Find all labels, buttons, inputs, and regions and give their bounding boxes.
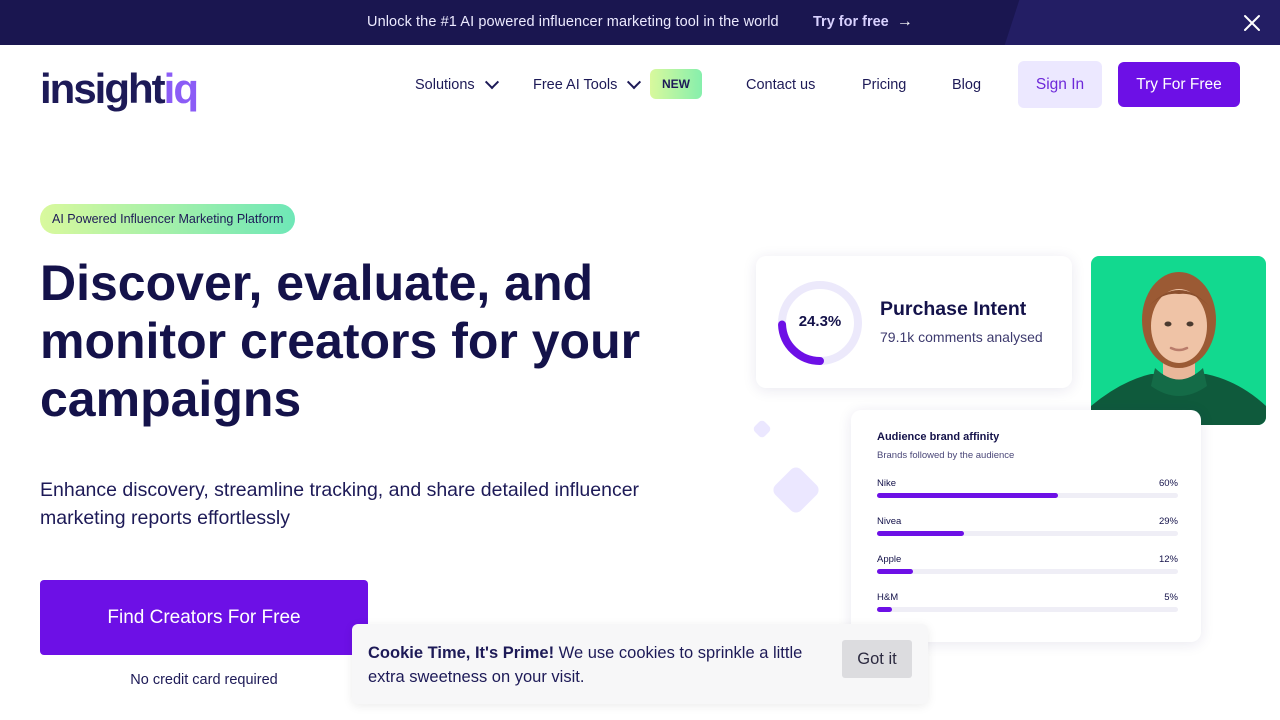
logo[interactable]: insightiq (40, 58, 199, 112)
logo-accent: iq (163, 65, 199, 112)
try-for-free-button[interactable]: Try For Free (1118, 62, 1240, 107)
nav-blog[interactable]: Blog (952, 77, 981, 93)
cookie-banner: Cookie Time, It's Prime! We use cookies … (352, 624, 928, 704)
sign-in-button[interactable]: Sign In (1018, 61, 1102, 108)
new-badge: NEW (650, 69, 702, 99)
nav-solutions[interactable]: Solutions (415, 75, 499, 93)
nav-free-ai-tools[interactable]: Free AI Tools (533, 75, 642, 93)
affinity-bar-track (877, 607, 1178, 612)
chevron-down-icon (484, 75, 499, 90)
affinity-brand-name: Apple (877, 554, 902, 565)
affinity-bar-track (877, 569, 1178, 574)
affinity-bar-track (877, 531, 1178, 536)
arrow-right-icon: → (896, 13, 913, 30)
cookie-message: Cookie Time, It's Prime! We use cookies … (368, 641, 828, 689)
creator-photo (1091, 256, 1266, 425)
purchase-intent-subtitle: 79.1k comments analysed (880, 329, 1043, 345)
affinity-row: Nivea 29% (877, 516, 1178, 546)
announcement-stripe (1004, 0, 1280, 45)
announcement-bar: Unlock the #1 AI powered influencer mark… (0, 0, 1280, 45)
hero-headline: Discover, evaluate, and monitor creators… (40, 255, 641, 427)
affinity-bar-fill (877, 531, 965, 536)
affinity-bar-fill (877, 569, 914, 574)
find-creators-button[interactable]: Find Creators For Free (40, 580, 368, 655)
affinity-subtitle: Brands followed by the audience (877, 450, 1015, 461)
affinity-row: Apple 12% (877, 554, 1178, 584)
decorative-diamond-large (770, 464, 822, 516)
affinity-row: H&M 5% (877, 592, 1178, 622)
announcement-cta-label: Try for free (813, 14, 889, 30)
affinity-brand-percent: 60% (1158, 478, 1178, 489)
affinity-brand-percent: 29% (1158, 516, 1178, 527)
nav-pricing[interactable]: Pricing (862, 77, 906, 93)
nav-free-ai-tools-label: Free AI Tools (533, 77, 618, 93)
chevron-down-icon (627, 75, 642, 90)
purchase-intent-title: Purchase Intent (880, 298, 1027, 320)
affinity-brand-percent: 12% (1158, 554, 1178, 565)
announcement-cta-link[interactable]: Try for free → (813, 13, 913, 31)
audience-brand-affinity-card: Audience brand affinity Brands followed … (851, 410, 1201, 642)
hero-subcopy: Enhance discovery, streamline tracking, … (40, 479, 640, 529)
affinity-bar-fill (877, 493, 1058, 498)
affinity-row: Nike 60% (877, 478, 1178, 508)
decorative-diamond-small (752, 419, 772, 439)
cookie-accept-button[interactable]: Got it (842, 640, 912, 678)
purchase-intent-card: 24.3% Purchase Intent 79.1k comments ana… (756, 256, 1072, 388)
logo-text: insightiq (40, 65, 199, 112)
purchase-intent-percent: 24.3% (798, 313, 842, 330)
affinity-brand-name: Nike (877, 478, 897, 489)
nav-solutions-label: Solutions (415, 77, 475, 93)
creator-portrait-illustration (1091, 272, 1266, 425)
announcement-text: Unlock the #1 AI powered influencer mark… (367, 14, 779, 30)
affinity-brand-name: Nivea (877, 516, 902, 527)
close-icon[interactable] (1242, 13, 1262, 33)
logo-main: insight (40, 65, 166, 112)
affinity-brand-name: H&M (877, 592, 899, 603)
affinity-bar-fill (877, 607, 893, 612)
hero-pill: AI Powered Influencer Marketing Platform (40, 204, 296, 234)
no-credit-card-note: No credit card required (130, 672, 278, 688)
affinity-brand-percent: 5% (1164, 592, 1178, 603)
affinity-bar-track (877, 493, 1178, 498)
affinity-title: Audience brand affinity (877, 431, 1000, 443)
cookie-title: Cookie Time, It's Prime! (368, 644, 555, 662)
nav-contact-us[interactable]: Contact us (746, 77, 815, 93)
